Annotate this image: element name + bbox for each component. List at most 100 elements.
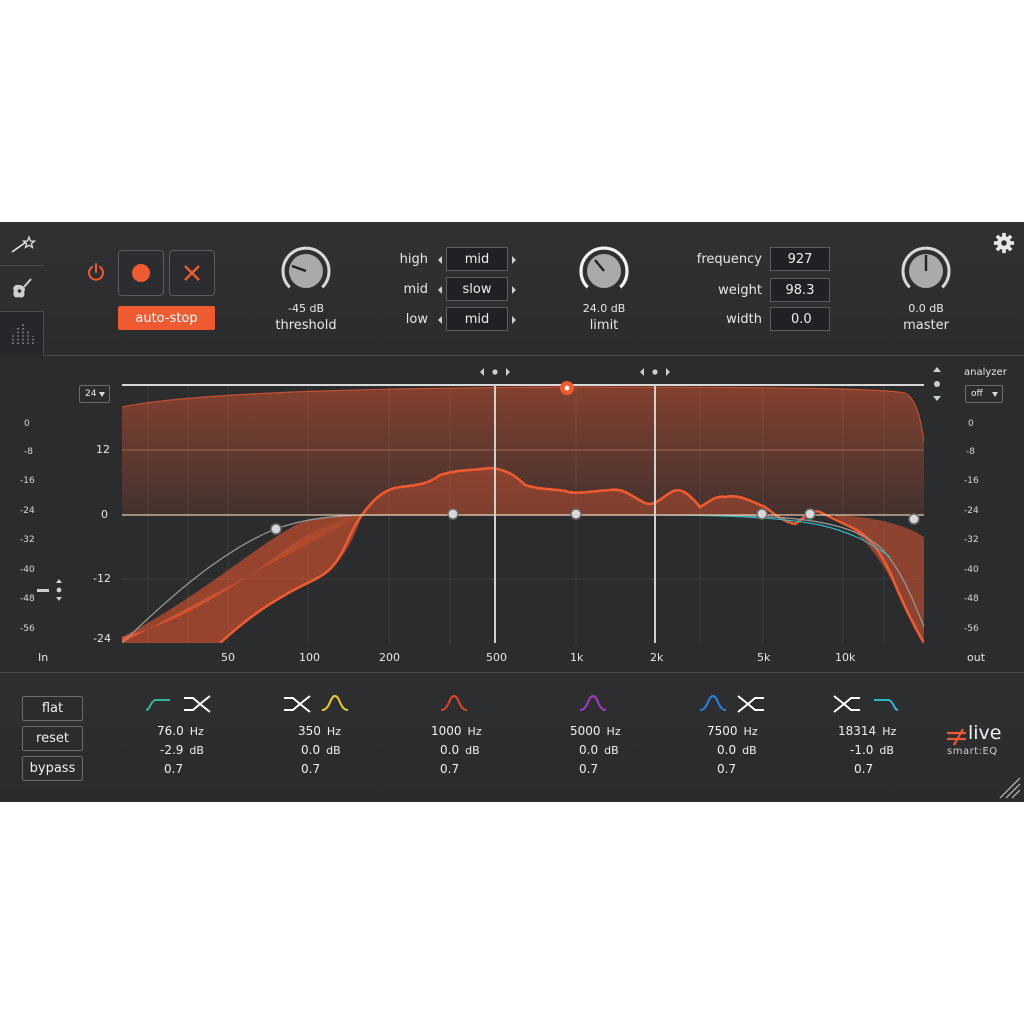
resize-grip-icon[interactable] xyxy=(998,776,1022,800)
low-cut-icon[interactable] xyxy=(145,699,170,711)
band-node-1[interactable] xyxy=(270,523,282,535)
band-node-4[interactable] xyxy=(756,508,768,520)
magic-wand-icon[interactable] xyxy=(10,234,37,256)
meter-gain-handle[interactable] xyxy=(37,579,62,601)
band-1-freq[interactable]: 76.0 xyxy=(157,724,184,738)
bottom-panel: flat reset bypass 76.0 Hz -2.9 dB 0.7 35… xyxy=(0,674,1024,802)
weight-label: weight xyxy=(718,283,762,298)
band-3-q[interactable]: 0.7 xyxy=(440,762,459,776)
master-knob[interactable] xyxy=(900,245,952,297)
band-node-3[interactable] xyxy=(570,508,582,520)
band-3-gain[interactable]: 0.0 xyxy=(440,743,459,757)
mode-mid-value[interactable]: slow xyxy=(446,277,508,301)
arrow-right-icon[interactable] xyxy=(512,316,516,324)
limit-value: 24.0 dB xyxy=(582,302,626,315)
arrow-left-icon[interactable] xyxy=(438,286,442,294)
band-2-params: 350 Hz 0.0 dB 0.7 xyxy=(298,722,388,779)
record-button[interactable] xyxy=(118,250,164,296)
bell-icon[interactable] xyxy=(579,694,607,711)
scale-handle[interactable] xyxy=(933,367,941,401)
band-node-6[interactable] xyxy=(908,513,920,525)
mode-low-value[interactable]: mid xyxy=(446,307,508,331)
band-5-freq-unit: Hz xyxy=(743,725,758,738)
arrow-right-icon[interactable] xyxy=(512,256,516,264)
cancel-button[interactable] xyxy=(169,250,215,296)
band-6-gain[interactable]: -1.0 xyxy=(850,743,873,757)
auto-stop-button[interactable]: auto-stop xyxy=(118,306,215,330)
band-4-q[interactable]: 0.7 xyxy=(579,762,598,776)
split-handle-low[interactable] xyxy=(480,368,510,376)
product-name: smart:EQ xyxy=(947,746,998,757)
bell-icon[interactable] xyxy=(699,694,727,711)
band-5-params: 7500 Hz 0.0 dB 0.7 xyxy=(707,722,797,779)
arrow-right-icon[interactable] xyxy=(512,286,516,294)
band-6-q[interactable]: 0.7 xyxy=(854,762,873,776)
crossover-icon[interactable] xyxy=(737,695,764,713)
band-4-gain[interactable]: 0.0 xyxy=(579,743,598,757)
band-icons-row xyxy=(145,694,899,713)
band-3-freq[interactable]: 1000 xyxy=(431,724,462,738)
band-1-params: 76.0 Hz -2.9 dB 0.7 xyxy=(157,722,247,779)
gear-icon[interactable] xyxy=(993,232,1015,254)
band-4-params: 5000 Hz 0.0 dB 0.7 xyxy=(570,722,660,779)
band-1-gain[interactable]: -2.9 xyxy=(160,743,183,757)
high-cut-icon[interactable] xyxy=(874,699,899,711)
limit-node[interactable] xyxy=(560,381,574,395)
tab-instrument[interactable] xyxy=(0,265,44,311)
crossover-icon[interactable] xyxy=(184,695,211,713)
smart-eq-plugin: auto-stop -45 dB threshold high mid mid … xyxy=(0,222,1024,802)
crossover-icon[interactable] xyxy=(833,695,860,713)
eq-graph-area: 24 analyzer off 0 -8 -16 -24 -32 -40 -48… xyxy=(0,357,1024,673)
mode-mid-label: mid xyxy=(403,282,428,297)
arrow-left-icon[interactable] xyxy=(438,256,442,264)
mode-high-label: high xyxy=(399,252,428,267)
band-5-gain[interactable]: 0.0 xyxy=(717,743,736,757)
band-1-q[interactable]: 0.7 xyxy=(164,762,183,776)
brand-mark-icon xyxy=(947,728,966,746)
band-4-gain-unit: dB xyxy=(604,744,619,757)
band-4-freq-unit: Hz xyxy=(606,725,621,738)
band-5-freq[interactable]: 7500 xyxy=(707,724,738,738)
limit-label-group: 24.0 dB limit xyxy=(564,302,644,333)
bypass-button[interactable]: bypass xyxy=(22,756,83,781)
band-6-freq[interactable]: 18314 xyxy=(838,724,876,738)
brand-name: live xyxy=(968,722,1002,744)
power-icon[interactable] xyxy=(86,262,106,282)
top-panel: auto-stop -45 dB threshold high mid mid … xyxy=(0,222,1024,356)
band-6-gain-unit: dB xyxy=(879,744,894,757)
band-1-gain-unit: dB xyxy=(189,744,204,757)
brand-logo: live smart:EQ xyxy=(946,722,1016,764)
bell-icon[interactable] xyxy=(440,694,468,711)
reset-button[interactable]: reset xyxy=(22,726,83,751)
band-5-q[interactable]: 0.7 xyxy=(717,762,736,776)
band-2-gain[interactable]: 0.0 xyxy=(301,743,320,757)
split-handle-high[interactable] xyxy=(640,368,670,376)
frequency-label: frequency xyxy=(696,252,762,267)
threshold-knob[interactable] xyxy=(280,245,332,297)
bell-icon[interactable] xyxy=(321,694,349,711)
threshold-value: -45 dB xyxy=(288,302,324,315)
limit-knob[interactable] xyxy=(578,245,630,297)
guitar-icon xyxy=(13,278,32,298)
frequency-field[interactable]: 927 xyxy=(770,247,830,271)
tab-analyzer[interactable] xyxy=(0,311,44,356)
close-x-icon xyxy=(184,265,200,281)
master-label-group: 0.0 dB master xyxy=(886,302,966,333)
band-node-5[interactable] xyxy=(804,508,816,520)
band-2-freq[interactable]: 350 xyxy=(298,724,321,738)
band-4-freq[interactable]: 5000 xyxy=(570,724,601,738)
band-node-2[interactable] xyxy=(447,508,459,520)
band-2-q[interactable]: 0.7 xyxy=(301,762,320,776)
width-label: width xyxy=(726,312,762,327)
mode-high-value[interactable]: mid xyxy=(446,247,508,271)
band-2-freq-unit: Hz xyxy=(326,725,341,738)
weight-field[interactable]: 98.3 xyxy=(770,278,830,302)
eq-curve-svg[interactable] xyxy=(0,357,1024,673)
mode-low-label: low xyxy=(405,312,428,327)
crossover-icon[interactable] xyxy=(284,695,311,713)
width-field[interactable]: 0.0 xyxy=(770,307,830,331)
arrow-left-icon[interactable] xyxy=(438,316,442,324)
threshold-label-group: -45 dB threshold xyxy=(266,302,346,333)
band-3-gain-unit: dB xyxy=(465,744,480,757)
master-label: master xyxy=(903,318,949,333)
